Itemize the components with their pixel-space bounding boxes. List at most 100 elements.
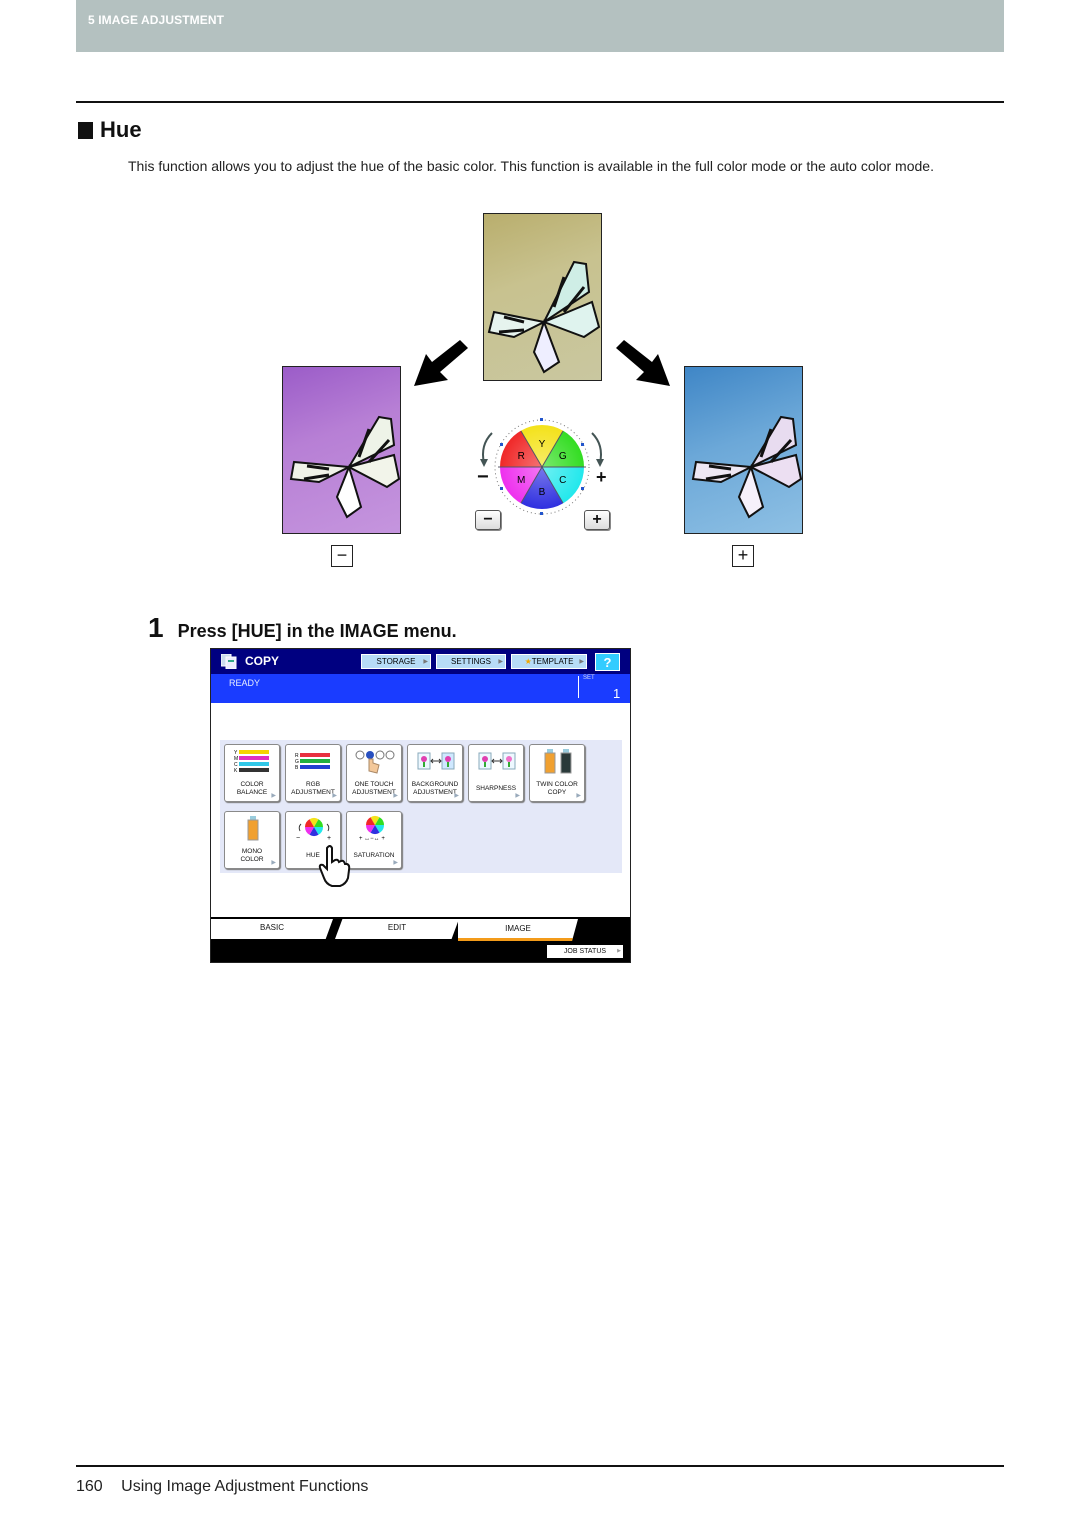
intro-paragraph: This function allows you to adjust the h… — [128, 158, 934, 174]
wheel-label-y: Y — [539, 439, 546, 450]
rgb-adjustment-button[interactable]: RGB RGB ADJUSTMENT ▶ — [285, 744, 341, 802]
svg-text:+ ↔−↔ +: + ↔−↔ + — [359, 836, 385, 842]
page-number: 160 — [76, 1478, 103, 1495]
minus-result-photo — [282, 366, 401, 534]
tick-mark — [500, 443, 503, 446]
label-line2: ADJUSTMENT — [413, 788, 457, 796]
template-button[interactable]: ★TEMPLATE ▶ — [511, 654, 587, 669]
svg-text:+: + — [327, 835, 331, 842]
template-label: TEMPLATE — [531, 657, 574, 666]
tick-mark — [540, 418, 543, 421]
one-touch-adjustment-button[interactable]: ONE TOUCH ADJUSTMENT ▶ — [346, 744, 402, 802]
set-divider — [578, 676, 579, 698]
svg-text:K: K — [234, 768, 238, 774]
twin-color-icon — [544, 749, 572, 774]
background-adjustment-button[interactable]: BACKGROUND ADJUSTMENT ▶ — [407, 744, 463, 802]
plus-result-label: + — [732, 545, 754, 567]
label-line1: RGB — [305, 781, 321, 788]
section-heading: Hue — [78, 117, 142, 143]
footer-title: Using Image Adjustment Functions — [121, 1478, 369, 1495]
svg-text:−: − — [296, 835, 300, 842]
mono-color-icon — [247, 816, 259, 841]
step-1: 1 Press [HUE] in the IMAGE menu. — [148, 612, 457, 644]
one-touch-icon — [355, 750, 395, 774]
twin-color-copy-button[interactable]: TWIN COLOR COPY ▶ — [529, 744, 585, 802]
butterfly-icon — [487, 260, 601, 374]
storage-label: STORAGE — [376, 657, 416, 666]
wheel-label-r: R — [518, 451, 525, 462]
status-text: READY — [229, 678, 261, 688]
chapter-header: 5 IMAGE ADJUSTMENT — [76, 0, 1004, 52]
hue-plus-button[interactable]: + — [584, 510, 610, 530]
label-line2: BALANCE — [236, 788, 268, 796]
wheel-label-m: M — [517, 475, 525, 486]
rotate-right-icon — [591, 432, 602, 464]
color-balance-button[interactable]: YM CK COLOR BALANCE ▶ — [224, 744, 280, 802]
minus-symbol: − — [477, 466, 489, 488]
mono-color-button[interactable]: MONO COLOR ▶ — [224, 811, 280, 869]
help-button[interactable]: ? — [595, 653, 620, 671]
step-number: 1 — [148, 612, 164, 643]
copy-icon — [221, 654, 237, 669]
sharpness-button[interactable]: SHARPNESS ▶ — [468, 744, 524, 802]
tick-mark — [540, 512, 543, 515]
set-label: SET — [583, 675, 595, 681]
panel-title: COPY — [245, 654, 280, 668]
background-adjustment-icon — [417, 752, 455, 770]
settings-label: SETTINGS — [450, 657, 491, 666]
svg-text:B: B — [295, 765, 299, 771]
step-text: Press [HUE] in the IMAGE menu. — [177, 621, 457, 641]
tick-mark — [581, 443, 584, 446]
minus-result-label: − — [331, 545, 353, 567]
job-status-label: JOB STATUS — [563, 948, 607, 955]
tab-image[interactable]: IMAGE — [458, 919, 578, 941]
tick-mark — [500, 487, 503, 490]
chapter-title: 5 IMAGE ADJUSTMENT — [88, 13, 225, 27]
rgb-adjustment-icon: RGB — [295, 753, 330, 771]
section-title: Hue — [100, 117, 142, 142]
label-line1: TWIN COLOR — [536, 781, 578, 788]
label-line1: BACKGROUND — [411, 781, 459, 788]
hue-minus-button[interactable]: − — [475, 510, 501, 530]
butterfly-icon — [289, 415, 400, 519]
arrow-down-left-icon — [414, 340, 468, 386]
label-line2: COPY — [547, 788, 567, 796]
hue-icon: − + — [296, 818, 331, 842]
storage-button[interactable]: STORAGE ▶ — [361, 654, 431, 669]
rotate-left-icon — [482, 432, 493, 464]
label-line2: ADJUSTMENT — [291, 788, 335, 796]
saturation-button[interactable]: + ↔−↔ + SATURATION ▶ — [346, 811, 402, 869]
tab-edit[interactable]: EDIT — [335, 919, 459, 939]
footer-divider — [76, 1465, 1004, 1467]
label-line1: MONO — [241, 848, 263, 855]
label-line2: ADJUSTMENT — [352, 788, 396, 796]
color-balance-icon: YM CK — [234, 750, 269, 774]
page-footer: 160 Using Image Adjustment Functions — [76, 1478, 368, 1496]
label-line2: COLOR — [240, 855, 264, 863]
wheel-label-c: C — [559, 475, 566, 486]
job-status-button[interactable]: JOB STATUS ▶ — [547, 945, 623, 958]
label-line1: COLOR — [240, 781, 264, 788]
wheel-label-g: G — [559, 451, 567, 462]
label-line1: ONE TOUCH — [354, 781, 394, 788]
star-icon: ★ — [524, 657, 532, 666]
section-divider — [76, 101, 1004, 103]
pointer-hand-icon — [318, 845, 351, 887]
plus-symbol: + — [596, 467, 607, 487]
arrow-down-right-icon — [616, 340, 670, 386]
sharpness-icon — [478, 752, 516, 770]
square-bullet-icon — [78, 121, 93, 139]
tick-mark — [581, 487, 584, 490]
original-photo — [483, 213, 602, 381]
wheel-label-b: B — [539, 487, 546, 498]
butterfly-icon — [691, 415, 802, 519]
plus-result-photo — [684, 366, 803, 534]
hue-wheel-diagram: Y G C B M R − + − + — [470, 415, 615, 535]
tab-basic[interactable]: BASIC — [211, 919, 333, 939]
settings-button[interactable]: SETTINGS ▶ — [436, 654, 506, 669]
function-area: YM CK COLOR BALANCE ▶ RGB RGB ADJUSTMENT ▶… — [220, 740, 622, 887]
label-line1: SATURATION — [353, 852, 395, 859]
label-line1: SHARPNESS — [475, 785, 517, 792]
status-bar: READY SET 1 — [211, 674, 630, 703]
saturation-icon: + ↔−↔ + — [359, 816, 385, 842]
